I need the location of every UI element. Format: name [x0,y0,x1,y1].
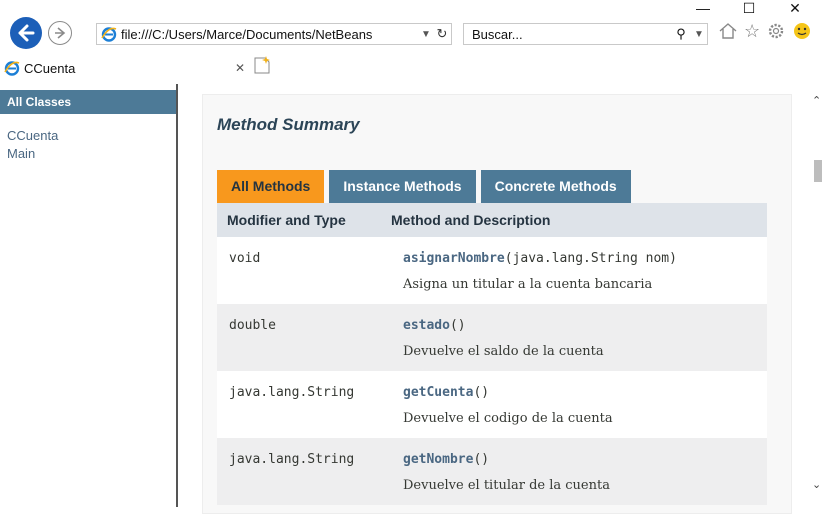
all-classes-header: All Classes [0,90,176,114]
method-link[interactable]: getNombre [403,452,473,467]
method-params: () [473,452,490,467]
method-params: (java.lang.String nom) [504,251,677,266]
scrollbar-thumb[interactable] [814,160,822,182]
maximize-icon[interactable]: ☐ [726,0,772,18]
star-icon[interactable]: ☆ [744,21,760,42]
class-link[interactable]: CCuenta [7,128,58,143]
method-link[interactable]: estado [403,318,450,333]
method-link[interactable]: asignarNombre [403,251,505,266]
column-header: Modifier and Type [227,212,346,228]
table-row: java.lang.String getCuenta() Devuelve el… [217,371,767,438]
method-signature: getCuenta() [403,385,489,400]
address-url[interactable]: file:///C:/Users/Marce/Documents/NetBean… [121,27,419,42]
search-box[interactable]: Buscar... ⚲ ▼ [463,23,708,45]
method-link[interactable]: getCuenta [403,385,473,400]
tab-close-icon[interactable]: ✕ [232,61,248,75]
tab-concrete-methods[interactable]: Concrete Methods [480,170,631,203]
address-dropdown-icon[interactable]: ▼ [419,29,433,40]
ie-logo-icon [101,27,117,42]
method-tabs: All Methods Instance Methods Concrete Me… [217,170,631,203]
table-row: double estado() Devuelve el saldo de la … [217,304,767,371]
search-input[interactable]: Buscar... [464,27,671,42]
method-type: double [229,318,276,333]
arrow-right-icon [55,27,66,39]
tab-title: CCuenta [24,60,76,76]
method-description: Asigna un titular a la cuenta bancaria [403,277,653,292]
method-description: Devuelve el codigo de la cuenta [403,411,613,426]
table-row: void asignarNombre(java.lang.String nom)… [217,237,767,304]
arrow-left-icon [18,24,35,42]
search-dropdown-icon[interactable]: ▼ [691,29,707,40]
method-signature: estado() [403,318,466,333]
scroll-down-icon[interactable]: ⌄ [812,478,821,491]
method-description: Devuelve el saldo de la cuenta [403,344,604,359]
gear-icon[interactable] [766,21,786,41]
address-bar[interactable]: file:///C:/Users/Marce/Documents/NetBean… [96,23,452,45]
scroll-up-icon[interactable]: ⌃ [812,94,821,107]
method-type: java.lang.String [229,385,355,400]
section-title: Method Summary [217,115,360,134]
smiley-icon[interactable] [792,21,812,41]
tab-instance-methods[interactable]: Instance Methods [329,170,476,203]
class-doc-frame: Method Summary All Methods Instance Meth… [178,84,810,514]
tab-all-methods[interactable]: All Methods [217,170,325,203]
method-params: () [449,318,466,333]
home-icon[interactable] [718,21,738,41]
column-header: Method and Description [391,212,551,228]
class-list-frame: All Classes CCuenta Main [0,84,178,507]
method-table: Modifier and Type Method and Description… [217,203,767,505]
method-type: java.lang.String [229,452,355,467]
method-description: Devuelve el titular de la cuenta [403,478,610,493]
forward-button[interactable] [48,21,72,45]
browser-chrome: — ☐ ✕ file:///C:/Users/Marce/Documents/N… [0,0,826,84]
table-header: Modifier and Type Method and Description [217,203,767,237]
minimize-icon[interactable]: — [680,0,726,18]
table-row: java.lang.String getNombre() Devuelve el… [217,438,767,505]
refresh-icon[interactable]: ↻ [433,26,451,42]
ie-logo-icon [4,61,20,76]
back-button[interactable] [10,17,42,49]
new-tab-icon[interactable] [252,55,272,75]
method-signature: asignarNombre(java.lang.String nom) [403,251,677,266]
method-signature: getNombre() [403,452,489,467]
search-icon[interactable]: ⚲ [671,26,691,42]
method-summary-block: Method Summary All Methods Instance Meth… [202,94,792,514]
method-params: () [473,385,490,400]
window-controls: — ☐ ✕ [680,0,818,18]
class-link[interactable]: Main [7,146,35,161]
method-type: void [229,251,261,266]
browser-toolbar: ☆ [718,21,812,42]
vertical-scrollbar[interactable]: ⌃ ⌄ [810,84,826,507]
close-icon[interactable]: ✕ [772,0,818,18]
browser-tab[interactable]: CCuenta ✕ [4,57,248,79]
